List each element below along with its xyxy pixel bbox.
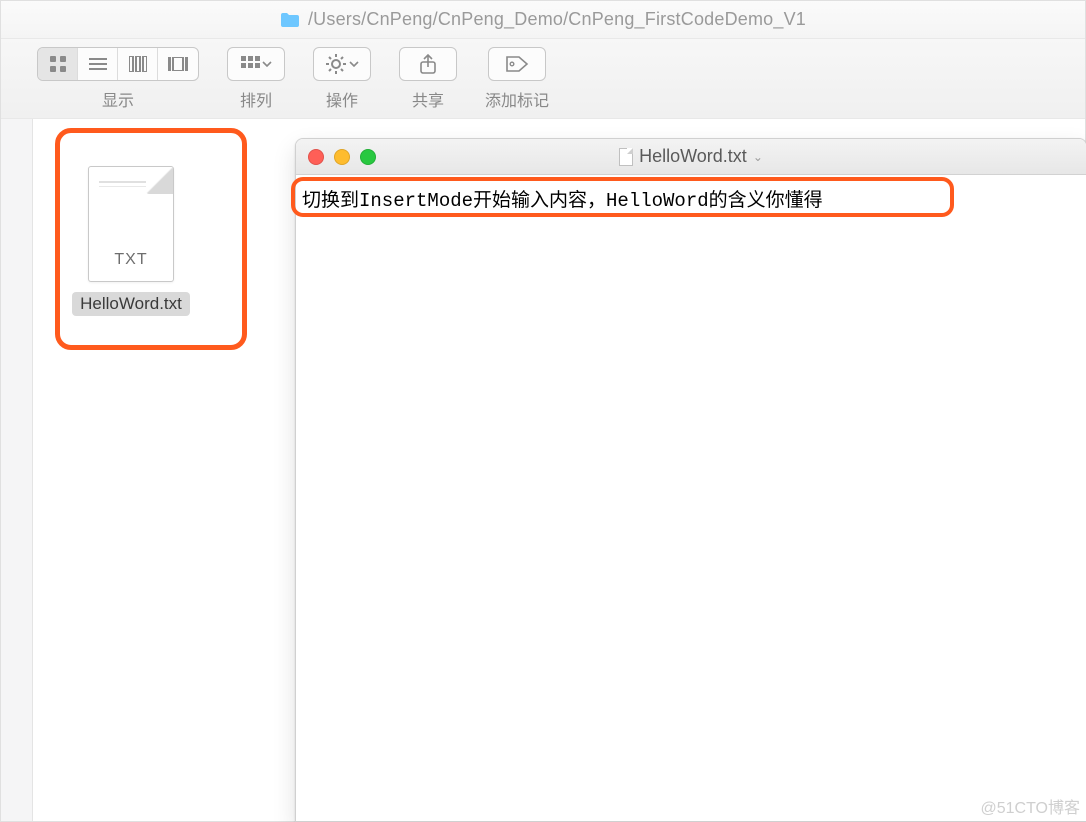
action-button[interactable] — [313, 47, 371, 81]
document-title-text: HelloWord.txt — [639, 146, 747, 167]
file-name-label[interactable]: HelloWord.txt — [72, 292, 190, 316]
arrange-label: 排列 — [240, 87, 272, 111]
document-title[interactable]: HelloWord.txt ⌄ — [619, 146, 763, 167]
share-label: 共享 — [412, 87, 444, 111]
close-icon[interactable] — [308, 149, 324, 165]
textedit-window: HelloWord.txt ⌄ 切换到InsertMode开始输入内容，Hell… — [295, 138, 1086, 822]
view-segmented — [37, 47, 199, 81]
minimize-icon[interactable] — [334, 149, 350, 165]
view-gallery-icon[interactable] — [158, 48, 198, 80]
textedit-titlebar[interactable]: HelloWord.txt ⌄ — [296, 139, 1086, 175]
tags-button[interactable] — [488, 47, 546, 81]
arrange-group: 排列 — [227, 47, 285, 111]
view-label: 显示 — [102, 87, 134, 111]
chevron-down-icon: ⌄ — [753, 150, 763, 164]
view-icon-icon[interactable] — [38, 48, 78, 80]
gear-icon — [325, 54, 347, 74]
chevron-down-icon — [262, 61, 272, 67]
share-icon — [418, 53, 438, 75]
tags-label: 添加标记 — [485, 87, 549, 111]
text-editor-area[interactable]: 切换到InsertMode开始输入内容，HelloWord的含义你懂得 — [296, 175, 1086, 821]
action-label: 操作 — [326, 87, 358, 111]
view-column-icon[interactable] — [118, 48, 158, 80]
grid-icon — [240, 55, 260, 73]
action-group: 操作 — [313, 47, 371, 111]
window-controls — [308, 149, 376, 165]
file-extension-label: TXT — [89, 251, 173, 269]
tags-group: 添加标记 — [485, 47, 549, 111]
document-text: 切换到InsertMode开始输入内容，HelloWord的含义你懂得 — [302, 185, 1080, 212]
window-path: /Users/CnPeng/CnPeng_Demo/CnPeng_FirstCo… — [308, 9, 806, 30]
file-item[interactable]: TXT HelloWord.txt — [51, 137, 211, 316]
txt-file-icon: TXT — [76, 137, 186, 282]
chevron-down-icon — [349, 61, 359, 67]
finder-toolbar: 显示 排列 操作 共享 添加标记 — [1, 39, 1085, 119]
document-icon — [619, 148, 633, 166]
tag-icon — [505, 55, 529, 73]
folder-icon — [280, 12, 300, 28]
zoom-icon[interactable] — [360, 149, 376, 165]
arrange-button[interactable] — [227, 47, 285, 81]
share-button[interactable] — [399, 47, 457, 81]
finder-titlebar[interactable]: /Users/CnPeng/CnPeng_Demo/CnPeng_FirstCo… — [1, 1, 1085, 39]
share-group: 共享 — [399, 47, 457, 111]
finder-sidebar[interactable] — [1, 119, 33, 821]
view-list-icon[interactable] — [78, 48, 118, 80]
view-group: 显示 — [37, 47, 199, 111]
